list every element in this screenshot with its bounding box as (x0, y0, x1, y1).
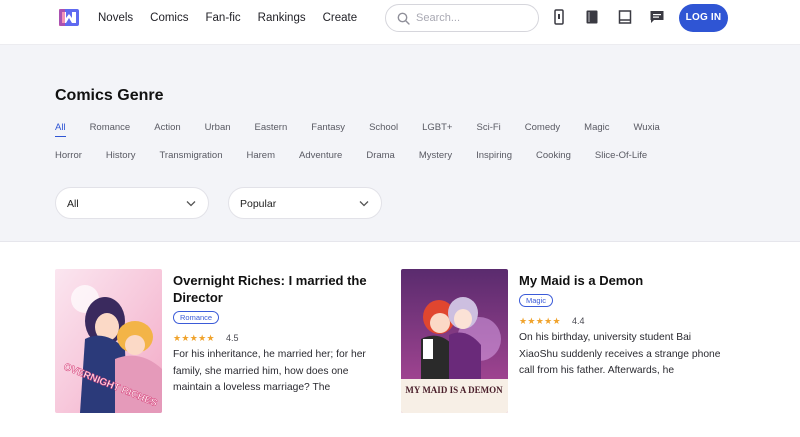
genre-inspiring[interactable]: Inspiring (476, 150, 512, 162)
nav-novels[interactable]: Novels (98, 10, 133, 26)
genre-badge[interactable]: Romance (173, 311, 220, 324)
genre-row-2: Horror History Transmigration Harem Adve… (55, 150, 647, 162)
genre-cooking[interactable]: Cooking (536, 150, 571, 162)
genre-fantasy[interactable]: Fantasy (311, 122, 345, 137)
genre-harem[interactable]: Harem (247, 150, 276, 162)
genre-sci-fi[interactable]: Sci-Fi (477, 122, 501, 137)
genre-row-1: All Romance Action Urban Eastern Fantasy… (55, 122, 660, 137)
nav-comics[interactable]: Comics (150, 10, 188, 26)
genre-adventure[interactable]: Adventure (299, 150, 342, 162)
comic-cover-image[interactable]: OVERNIGHT RICHES (55, 269, 162, 413)
genre-urban[interactable]: Urban (205, 122, 231, 137)
comic-title[interactable]: Overnight Riches: I married the Director (173, 272, 383, 306)
book-icon[interactable] (584, 9, 600, 25)
search-box[interactable] (385, 4, 539, 32)
star-rating-icon: ★★★★★ (519, 316, 561, 326)
comic-description: On his birthday, university student Bai … (519, 332, 721, 376)
genre-mystery[interactable]: Mystery (419, 150, 452, 162)
top-header: Novels Comics Fan-fic Rankings Create LO… (0, 0, 800, 45)
search-input[interactable] (416, 10, 526, 26)
nav-create[interactable]: Create (323, 10, 358, 26)
sort-filter-select[interactable]: Popular (228, 187, 382, 219)
chat-icon[interactable] (649, 9, 665, 25)
comic-card[interactable]: MY MAID IS A DEMON My Maid is a Demon Ma… (401, 269, 731, 419)
genre-eastern[interactable]: Eastern (255, 122, 288, 137)
phone-icon[interactable] (551, 9, 567, 25)
genre-filter-select[interactable]: All (55, 187, 209, 219)
comic-description: For his inheritance, he married her; for… (173, 349, 366, 393)
comic-title[interactable]: My Maid is a Demon (519, 272, 729, 289)
rating-value: 4.5 (226, 333, 239, 343)
genre-horror[interactable]: Horror (55, 150, 82, 162)
main-nav: Novels Comics Fan-fic Rankings Create (98, 10, 374, 26)
genre-wuxia[interactable]: Wuxia (634, 122, 660, 137)
chevron-down-icon (186, 201, 196, 207)
genre-transmigration[interactable]: Transmigration (159, 150, 222, 162)
cover-text: MY MAID IS A DEMON (405, 385, 503, 395)
genre-magic[interactable]: Magic (584, 122, 609, 137)
genre-slice-of-life[interactable]: Slice-Of-Life (595, 150, 647, 162)
genre-panel: Comics Genre All Romance Action Urban Ea… (0, 45, 800, 242)
search-icon (397, 12, 410, 25)
genre-drama[interactable]: Drama (366, 150, 395, 162)
nav-fan-fic[interactable]: Fan-fic (206, 10, 241, 26)
genre-badge[interactable]: Magic (519, 294, 554, 307)
logo-icon[interactable] (58, 6, 80, 28)
login-button[interactable]: LOG IN (679, 4, 728, 32)
genre-action[interactable]: Action (154, 122, 180, 137)
genre-all[interactable]: All (55, 122, 66, 137)
genre-school[interactable]: School (369, 122, 398, 137)
chevron-down-icon (359, 201, 369, 207)
genre-filter-value: All (67, 198, 79, 210)
comic-cover-image[interactable]: MY MAID IS A DEMON (401, 269, 508, 413)
genre-romance[interactable]: Romance (90, 122, 131, 137)
library-icon[interactable] (617, 9, 633, 25)
nav-rankings[interactable]: Rankings (258, 10, 306, 26)
comic-card[interactable]: OVERNIGHT RICHES Overnight Riches: I mar… (55, 269, 385, 419)
genre-history[interactable]: History (106, 150, 136, 162)
rating-value: 4.4 (572, 316, 585, 326)
genre-lgbt[interactable]: LGBT+ (422, 122, 452, 137)
genre-comedy[interactable]: Comedy (525, 122, 560, 137)
star-rating-icon: ★★★★★ (173, 333, 215, 343)
page-title: Comics Genre (55, 87, 164, 104)
sort-filter-value: Popular (240, 198, 277, 210)
